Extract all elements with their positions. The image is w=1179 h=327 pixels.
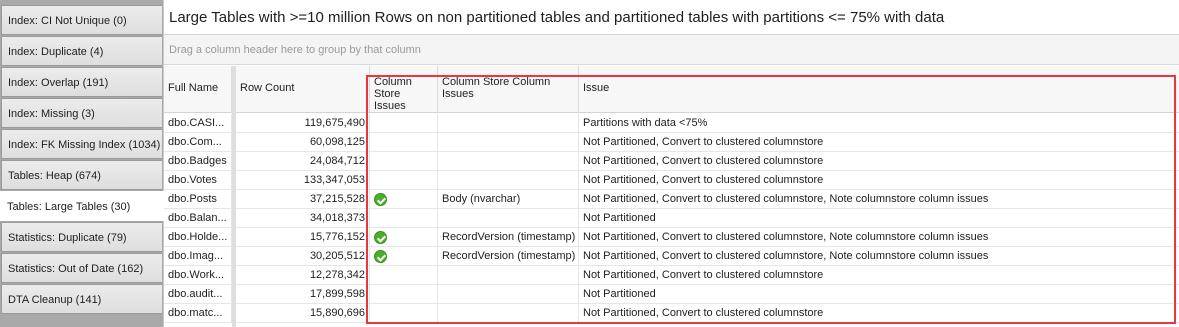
column-store-column-issue-cell <box>438 152 579 171</box>
column-store-issue-cell <box>370 133 438 152</box>
full-name-cell: dbo.Badges <box>164 152 232 171</box>
issue-cell: Not Partitioned <box>579 285 1179 304</box>
column-header-issue[interactable]: Issue <box>579 66 1179 113</box>
column-store-column-issue-cell <box>438 133 579 152</box>
issue-cell: Not Partitioned <box>579 209 1179 228</box>
page-title: Large Tables with >=10 million Rows on n… <box>169 9 945 26</box>
check-circle-icon <box>374 193 387 206</box>
row-count-cell: 119,675,490 <box>236 114 370 133</box>
column-store-issue-cell <box>370 152 438 171</box>
group-by-hint: Drag a column header here to group by th… <box>169 44 421 56</box>
full-name-cell: dbo.Imag... <box>164 247 232 266</box>
full-name-cell: dbo.Posts <box>164 190 232 209</box>
table-row[interactable]: dbo.matc... 15,890,696 Not Partitioned, Co… <box>164 304 1179 323</box>
full-name-cell: dbo.Balan... <box>164 209 232 228</box>
column-store-column-issue-cell: RecordVersion (timestamp) <box>438 228 579 247</box>
tab-statistics-duplicate[interactable]: Statistics: Duplicate (79) <box>1 222 162 252</box>
tab-index-missing[interactable]: Index: Missing (3) <box>1 98 162 128</box>
table-row[interactable]: dbo.Posts 37,215,528 Body (nvarchar) Not Pa… <box>164 190 1179 209</box>
tab-index-ci-not-unique[interactable]: Index: CI Not Unique (0) <box>1 5 162 35</box>
issue-cell: Not Partitioned, Convert to clustered co… <box>579 228 1179 247</box>
column-store-issue-cell <box>370 114 438 133</box>
issue-cell: Not Partitioned, Convert to clustered co… <box>579 152 1179 171</box>
issue-cell: Not Partitioned, Convert to clustered co… <box>579 266 1179 285</box>
tab-tables-heap[interactable]: Tables: Heap (674) <box>1 160 162 190</box>
row-count-cell: 37,215,528 <box>236 190 370 209</box>
row-count-cell: 24,084,712 <box>236 152 370 171</box>
column-header-row-count[interactable]: Row Count <box>236 66 370 113</box>
column-store-issue-cell <box>370 171 438 190</box>
column-store-column-issue-cell <box>438 304 579 323</box>
full-name-cell: dbo.audit... <box>164 285 232 304</box>
full-name-cell: dbo.CASI... <box>164 114 232 133</box>
column-store-issue-cell <box>370 285 438 304</box>
full-name-cell: dbo.Work... <box>164 266 232 285</box>
full-name-cell: dbo.Holde... <box>164 228 232 247</box>
column-header-column-store-column-issues[interactable]: Column Store Column Issues <box>438 66 579 113</box>
table-row[interactable]: dbo.Votes 133,347,053 Not Partitioned, Con… <box>164 171 1179 190</box>
sidebar-tabs: Index: CI Not Unique (0) Index: Duplicat… <box>0 0 164 327</box>
full-name-cell: dbo.matc... <box>164 304 232 323</box>
issue-cell: Not Partitioned, Convert to clustered co… <box>579 190 1179 209</box>
tab-dta-cleanup[interactable]: DTA Cleanup (141) <box>1 284 162 314</box>
row-count-cell: 133,347,053 <box>236 171 370 190</box>
column-header-full-name[interactable]: Full Name <box>164 66 232 113</box>
issue-cell: Not Partitioned, Convert to clustered co… <box>579 304 1179 323</box>
issue-cell: Partitions with data <75% <box>579 114 1179 133</box>
full-name-cell: dbo.Com... <box>164 133 232 152</box>
row-count-cell: 15,776,152 <box>236 228 370 247</box>
large-tables-grid: Full Name Row Count Column Store Issues … <box>164 66 1179 327</box>
row-count-cell: 60,098,125 <box>236 133 370 152</box>
column-header-column-store-issues[interactable]: Column Store Issues <box>370 66 438 113</box>
row-count-cell: 34,018,373 <box>236 209 370 228</box>
table-row[interactable]: dbo.Balan... 34,018,373 Not Partitioned <box>164 209 1179 228</box>
table-row[interactable]: dbo.audit... 17,899,598 Not Partitioned <box>164 285 1179 304</box>
table-row[interactable]: dbo.CASI... 119,675,490 Partitions with da… <box>164 114 1179 133</box>
row-count-cell: 30,205,512 <box>236 247 370 266</box>
column-store-issue-cell <box>370 247 438 266</box>
column-store-column-issue-cell: RecordVersion (timestamp) <box>438 247 579 266</box>
issue-cell: Not Partitioned, Convert to clustered co… <box>579 247 1179 266</box>
column-store-issue-cell <box>370 190 438 209</box>
column-store-column-issue-cell <box>438 171 579 190</box>
column-store-issue-cell <box>370 266 438 285</box>
row-count-cell: 17,899,598 <box>236 285 370 304</box>
row-count-cell: 12,278,342 <box>236 266 370 285</box>
issue-cell: Not Partitioned, Convert to clustered co… <box>579 171 1179 190</box>
tab-tables-large-tables[interactable]: Tables: Large Tables (30) <box>0 191 164 221</box>
table-row[interactable]: dbo.Badges 24,084,712 Not Partitioned, Con… <box>164 152 1179 171</box>
tab-statistics-out-of-date[interactable]: Statistics: Out of Date (162) <box>1 253 162 283</box>
tab-index-duplicate[interactable]: Index: Duplicate (4) <box>1 36 162 66</box>
table-row[interactable]: dbo.Work... 12,278,342 Not Partitioned, Co… <box>164 266 1179 285</box>
column-store-issue-cell <box>370 209 438 228</box>
column-store-column-issue-cell <box>438 285 579 304</box>
column-store-issue-cell <box>370 304 438 323</box>
table-row[interactable]: dbo.Holde... 15,776,152 RecordVersion (tim… <box>164 228 1179 247</box>
tab-index-overlap[interactable]: Index: Overlap (191) <box>1 67 162 97</box>
main-panel: Large Tables with >=10 million Rows on n… <box>163 0 1179 327</box>
table-row[interactable]: dbo.Com... 60,098,125 Not Partitioned, Con… <box>164 133 1179 152</box>
group-by-panel[interactable]: Drag a column header here to group by th… <box>164 35 1179 65</box>
column-store-column-issue-cell <box>438 114 579 133</box>
issue-cell: Not Partitioned, Convert to clustered co… <box>579 133 1179 152</box>
tab-index-fk-missing-index[interactable]: Index: FK Missing Index (1034) <box>1 129 162 159</box>
full-name-cell: dbo.Votes <box>164 171 232 190</box>
check-circle-icon <box>374 231 387 244</box>
check-circle-icon <box>374 250 387 263</box>
table-row[interactable]: dbo.Imag... 30,205,512 RecordVersion (time… <box>164 247 1179 266</box>
column-store-issue-cell <box>370 228 438 247</box>
column-store-column-issue-cell <box>438 209 579 228</box>
row-count-cell: 15,890,696 <box>236 304 370 323</box>
column-store-column-issue-cell: Body (nvarchar) <box>438 190 579 209</box>
column-store-column-issue-cell <box>438 266 579 285</box>
